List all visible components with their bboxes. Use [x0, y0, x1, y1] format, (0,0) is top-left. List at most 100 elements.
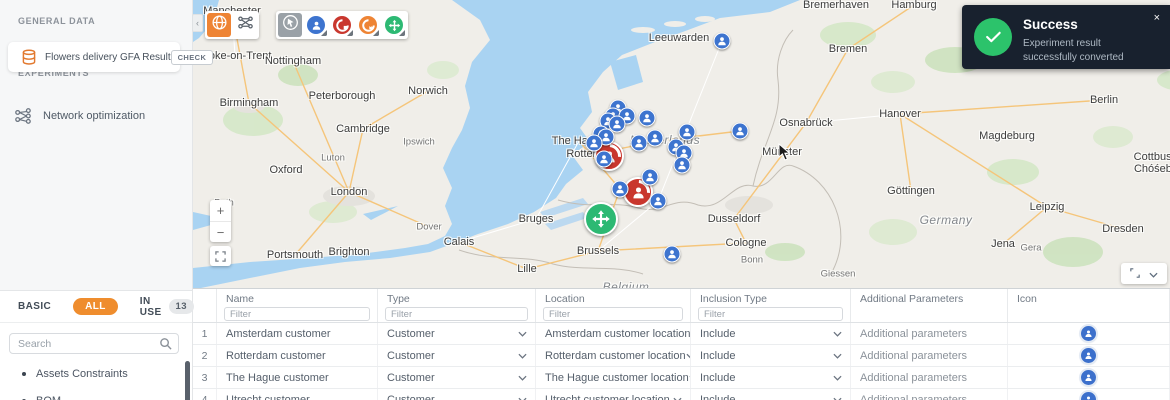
- table-row[interactable]: 1 Amsterdam customer Customer Amsterdam cus…: [193, 323, 1170, 345]
- sidebar-collapse-button[interactable]: ‹: [192, 14, 203, 32]
- customer-marker[interactable]: [678, 123, 696, 141]
- zoom-out-button[interactable]: −: [210, 221, 231, 242]
- customer-marker[interactable]: [731, 122, 749, 140]
- sidebar-scrollbar[interactable]: [185, 361, 190, 400]
- cell-type[interactable]: Customer: [378, 367, 536, 388]
- toast-message: Experiment result successfully converted: [1023, 38, 1124, 63]
- customer-marker[interactable]: [649, 192, 667, 210]
- cell-icon[interactable]: [1008, 389, 1170, 400]
- cell-icon[interactable]: [1008, 345, 1170, 366]
- panel-resize-control[interactable]: [1121, 263, 1167, 284]
- toast-title: Success: [1023, 17, 1078, 32]
- cell-inclusion-type[interactable]: Include: [691, 367, 851, 388]
- bullet-icon: [22, 371, 26, 376]
- network-paths-button[interactable]: [233, 13, 257, 37]
- customer-icon[interactable]: [1081, 392, 1096, 400]
- cell-value: Customer: [387, 349, 435, 362]
- factory-marker-button[interactable]: [356, 13, 380, 37]
- cell-row-number: 2: [193, 345, 217, 366]
- customer-marker[interactable]: [673, 156, 691, 174]
- tab-basic[interactable]: BASIC: [18, 301, 51, 312]
- select-cursor-button[interactable]: [278, 13, 302, 37]
- column-header: Location: [536, 289, 691, 322]
- cell-value: The Hague customer location: [545, 371, 689, 384]
- cell-name: Utrecht customer: [217, 389, 378, 400]
- customer-icon[interactable]: [1081, 370, 1096, 385]
- supplier-marker-button[interactable]: [382, 13, 406, 37]
- customer-marker[interactable]: [585, 134, 603, 152]
- cell-location[interactable]: Utrecht customer location: [536, 389, 691, 400]
- gfa-result-card[interactable]: Flowers delivery GFA Result CHECK: [8, 42, 214, 72]
- data-tables-list: Assets Constraints BOM: [0, 360, 192, 400]
- cell-value: Utrecht customer location: [545, 393, 670, 400]
- customer-marker[interactable]: [611, 180, 629, 198]
- cell-value: Rotterdam customer location: [545, 349, 686, 362]
- customer-icon[interactable]: [1081, 348, 1096, 363]
- dropdown-arrow-icon: [373, 30, 379, 36]
- check-button[interactable]: CHECK: [170, 49, 214, 65]
- cell-location[interactable]: Rotterdam customer location: [536, 345, 691, 366]
- toolbar-group: [205, 11, 259, 39]
- cell-inclusion-type[interactable]: Include: [691, 323, 851, 344]
- tab-in-use[interactable]: IN USE 13: [140, 296, 194, 318]
- customer-marker[interactable]: [595, 150, 613, 168]
- customer-marker[interactable]: [663, 245, 681, 263]
- column-header-label: [193, 293, 216, 306]
- table-row[interactable]: 3 The Hague customer Customer The Hague cus…: [193, 367, 1170, 389]
- cell-additional-parameters[interactable]: Additional parameters: [851, 389, 1008, 400]
- tab-all[interactable]: ALL: [73, 298, 118, 315]
- filter-input[interactable]: [385, 307, 528, 321]
- filter-input[interactable]: [543, 307, 683, 321]
- cell-inclusion-type[interactable]: Include: [691, 389, 851, 400]
- cell-icon[interactable]: [1008, 323, 1170, 344]
- cell-type[interactable]: Customer: [378, 345, 536, 366]
- table-row[interactable]: 4 Utrecht customer Customer Utrecht custome…: [193, 389, 1170, 400]
- cell-value: Customer: [387, 327, 435, 340]
- filter-input[interactable]: [224, 307, 370, 321]
- filter-input[interactable]: [698, 307, 843, 321]
- cell-icon[interactable]: [1008, 367, 1170, 388]
- cell-location[interactable]: Amsterdam customer location: [536, 323, 691, 344]
- customer-marker-button[interactable]: [304, 13, 328, 37]
- cell-additional-parameters[interactable]: Additional parameters: [851, 323, 1008, 344]
- cell-additional-parameters[interactable]: Additional parameters: [851, 345, 1008, 366]
- list-item[interactable]: Assets Constraints: [0, 360, 192, 387]
- customer-icon[interactable]: [1081, 326, 1096, 341]
- dc-marker-button[interactable]: [330, 13, 354, 37]
- table-row[interactable]: 2 Rotterdam customer Customer Rotterdam cus…: [193, 345, 1170, 367]
- chevron-down-icon: [1149, 265, 1158, 283]
- map-fullscreen-button[interactable]: [210, 246, 231, 266]
- cell-location[interactable]: The Hague customer location: [536, 367, 691, 388]
- supplier-marker[interactable]: [584, 202, 618, 236]
- column-header-label: Icon: [1017, 293, 1037, 305]
- column-header: Type: [378, 289, 536, 322]
- cell-type[interactable]: Customer: [378, 389, 536, 400]
- chevron-down-icon: [673, 394, 682, 400]
- chevron-down-icon: [518, 394, 527, 400]
- cell-row-number: 1: [193, 323, 217, 344]
- customer-marker[interactable]: [630, 134, 648, 152]
- map-zoom-control: + −: [210, 200, 231, 242]
- list-item-label: BOM: [36, 395, 61, 400]
- customer-marker[interactable]: [641, 168, 659, 186]
- tab-in-use-label: IN USE: [139, 295, 162, 318]
- cell-additional-parameters[interactable]: Additional parameters: [851, 367, 1008, 388]
- globe-button[interactable]: [207, 13, 231, 37]
- close-icon[interactable]: ×: [1154, 12, 1160, 24]
- chevron-down-icon: [518, 328, 527, 340]
- cell-inclusion-type[interactable]: Include: [691, 345, 851, 366]
- database-icon: [21, 49, 37, 66]
- cell-type[interactable]: Customer: [378, 323, 536, 344]
- customer-marker[interactable]: [713, 32, 731, 50]
- cell-name: Rotterdam customer: [217, 345, 378, 366]
- list-item[interactable]: BOM: [0, 387, 192, 400]
- success-toast: Success Experiment result successfully c…: [962, 5, 1170, 69]
- customer-marker[interactable]: [646, 129, 664, 147]
- sidebar-item-network-optimization[interactable]: Network optimization: [0, 103, 192, 129]
- network-paths-icon: [237, 15, 254, 35]
- customer-marker[interactable]: [638, 109, 656, 127]
- search-input[interactable]: [10, 334, 178, 354]
- zoom-in-button[interactable]: +: [210, 200, 231, 221]
- filter-tabs: BASIC ALL IN USE 13: [0, 291, 194, 323]
- chevron-down-icon: [518, 350, 527, 362]
